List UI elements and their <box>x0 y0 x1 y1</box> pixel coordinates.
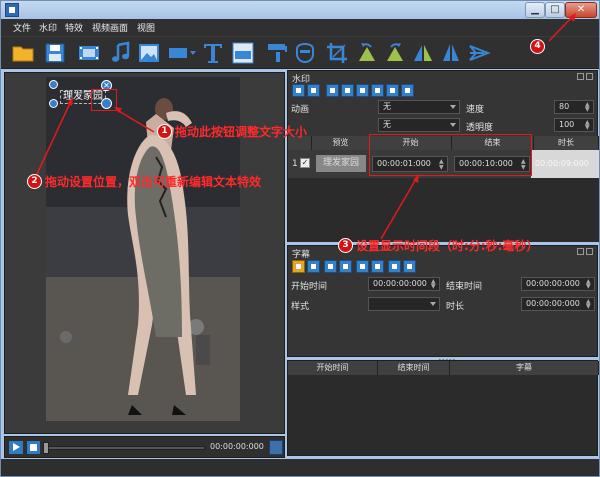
add-subtitle-icon[interactable] <box>324 260 337 273</box>
callout-number-1: 1 <box>157 124 172 139</box>
align-top-icon[interactable] <box>371 84 384 97</box>
row-preview-thumb: 理发家园 <box>316 155 366 172</box>
toolbar <box>1 36 599 69</box>
align-left-icon[interactable] <box>326 84 339 97</box>
music-note-icon[interactable] <box>109 41 133 65</box>
align-center-icon[interactable] <box>341 84 354 97</box>
col-duration: 时长 <box>534 136 599 150</box>
resize-highlight-box <box>91 89 117 111</box>
close-button[interactable]: ✕ <box>565 2 597 18</box>
save-subtitle-icon[interactable] <box>307 260 320 273</box>
opacity-spinbox[interactable]: 100 ▲ ▼ <box>554 118 594 132</box>
panel-float-close-icons[interactable] <box>575 248 593 256</box>
menu-bar: 文件 水印 特效 视频画面 视图 <box>1 19 599 36</box>
move-up-icon[interactable] <box>292 84 305 97</box>
animation-select[interactable]: 无 <box>378 100 460 114</box>
rotate-left-icon[interactable] <box>355 41 379 65</box>
subtitle-start-input[interactable]: 00:00:00:000 ▲ ▼ <box>368 277 440 291</box>
remove-subtitle-icon[interactable] <box>339 260 352 273</box>
panel-float-close-icons[interactable] <box>575 73 593 81</box>
start-time-label: 开始时间 <box>291 282 328 292</box>
snapshot-button[interactable] <box>269 440 283 455</box>
maximize-button[interactable]: □ <box>545 2 565 18</box>
menu-video-frame[interactable]: 视频画面 <box>92 21 128 34</box>
callout-number-2: 2 <box>27 174 42 189</box>
menu-effects[interactable]: 特效 <box>65 21 83 34</box>
opacity-label: 透明度 <box>466 123 494 133</box>
playback-bar: 00:00:00:000 <box>4 436 285 458</box>
playback-time: 00:00:00:000 <box>210 442 264 451</box>
subtitle-duration-input[interactable]: 00:00:00:000 ▲ ▼ <box>521 297 595 311</box>
style-select[interactable] <box>368 297 440 311</box>
mask-icon[interactable] <box>293 41 317 65</box>
flip-horizontal-icon[interactable] <box>411 41 435 65</box>
style-label: 样式 <box>291 302 310 312</box>
speed-label: 速度 <box>466 105 485 115</box>
subtitle-move-icon[interactable] <box>371 260 384 273</box>
menu-view[interactable]: 视图 <box>137 21 155 34</box>
col-sub-text: 字幕 <box>450 361 599 375</box>
speed-icon[interactable] <box>467 41 491 65</box>
rotate-handle-icon[interactable] <box>49 99 58 108</box>
subtitle-grid-icon[interactable] <box>403 260 416 273</box>
crop-icon[interactable] <box>325 41 349 65</box>
subtitle-end-input[interactable]: 00:00:00:000 ▲ ▼ <box>521 277 595 291</box>
align-bottom-icon[interactable] <box>401 84 414 97</box>
subtitle-panel-title: 字幕 <box>292 250 311 260</box>
callout-text-3: 设置显示时间段（时:分:秒:毫秒） <box>356 239 539 253</box>
align-middle-icon[interactable] <box>386 84 399 97</box>
move-down-icon[interactable] <box>307 84 320 97</box>
end-time-label: 结束时间 <box>446 282 483 292</box>
flip-vertical-icon[interactable] <box>439 41 463 65</box>
open-subtitle-icon[interactable] <box>292 260 305 273</box>
callout-number-4: 4 <box>530 39 545 54</box>
subtitle-panel: 字幕 开始时间 00:00:00:000 ▲ ▼ 结束时间 00:00:00:000… <box>287 245 598 357</box>
save-icon[interactable] <box>43 41 67 65</box>
animation-type-select[interactable]: 无 <box>378 118 460 132</box>
row-checkbox[interactable]: ✓ <box>300 158 310 168</box>
col-sub-end: 结束时间 <box>378 361 450 375</box>
subtitle-style-icon[interactable] <box>356 260 369 273</box>
title-bar: ▁ □ ✕ <box>1 1 599 19</box>
menu-file[interactable]: 文件 <box>13 21 31 34</box>
open-folder-icon[interactable] <box>11 41 35 65</box>
subtitle-table: 开始时间 结束时间 字幕 <box>287 360 599 456</box>
callout-text-2: 拖动设置位置，双击可重新编辑文本特效 <box>45 175 262 189</box>
speed-spinbox[interactable]: 80 ▲ ▼ <box>554 100 594 114</box>
animation-label: 动画 <box>291 105 310 115</box>
play-button[interactable] <box>9 441 23 454</box>
seek-handle[interactable] <box>43 442 49 454</box>
text-t-icon[interactable] <box>201 41 225 65</box>
col-preview: 预览 <box>312 136 370 150</box>
subtitle-clock-icon[interactable] <box>388 260 401 273</box>
callout-number-3: 3 <box>338 238 353 253</box>
callout-text-1: 拖动此按钮调整文字大小 <box>175 125 308 139</box>
minimize-button[interactable]: ▁ <box>525 2 545 18</box>
app-logo-icon <box>5 3 19 17</box>
image-icon[interactable] <box>137 41 161 65</box>
app-window: ▁ □ ✕ 文件 水印 特效 视频画面 视图 理发家园 ✕ 00:00:00:0… <box>0 0 600 477</box>
status-bar <box>1 459 599 476</box>
video-film-icon[interactable] <box>77 41 101 65</box>
rotate-right-icon[interactable] <box>383 41 407 65</box>
time-highlight-box <box>369 134 532 176</box>
align-right-icon[interactable] <box>356 84 369 97</box>
stop-button[interactable] <box>27 441 40 454</box>
menu-watermark[interactable]: 水印 <box>39 21 57 34</box>
menu-handle-icon[interactable] <box>49 80 58 89</box>
shape-rect-icon[interactable] <box>167 41 197 65</box>
seek-slider[interactable] <box>45 446 205 450</box>
duration-cell: 00:00:09:000 <box>531 150 599 178</box>
subtitle-ass-icon[interactable] <box>231 41 255 65</box>
duration-label: 时长 <box>446 302 465 312</box>
col-sub-start: 开始时间 <box>288 361 378 375</box>
row-index: 1 <box>292 159 298 169</box>
brush-icon[interactable] <box>265 41 289 65</box>
